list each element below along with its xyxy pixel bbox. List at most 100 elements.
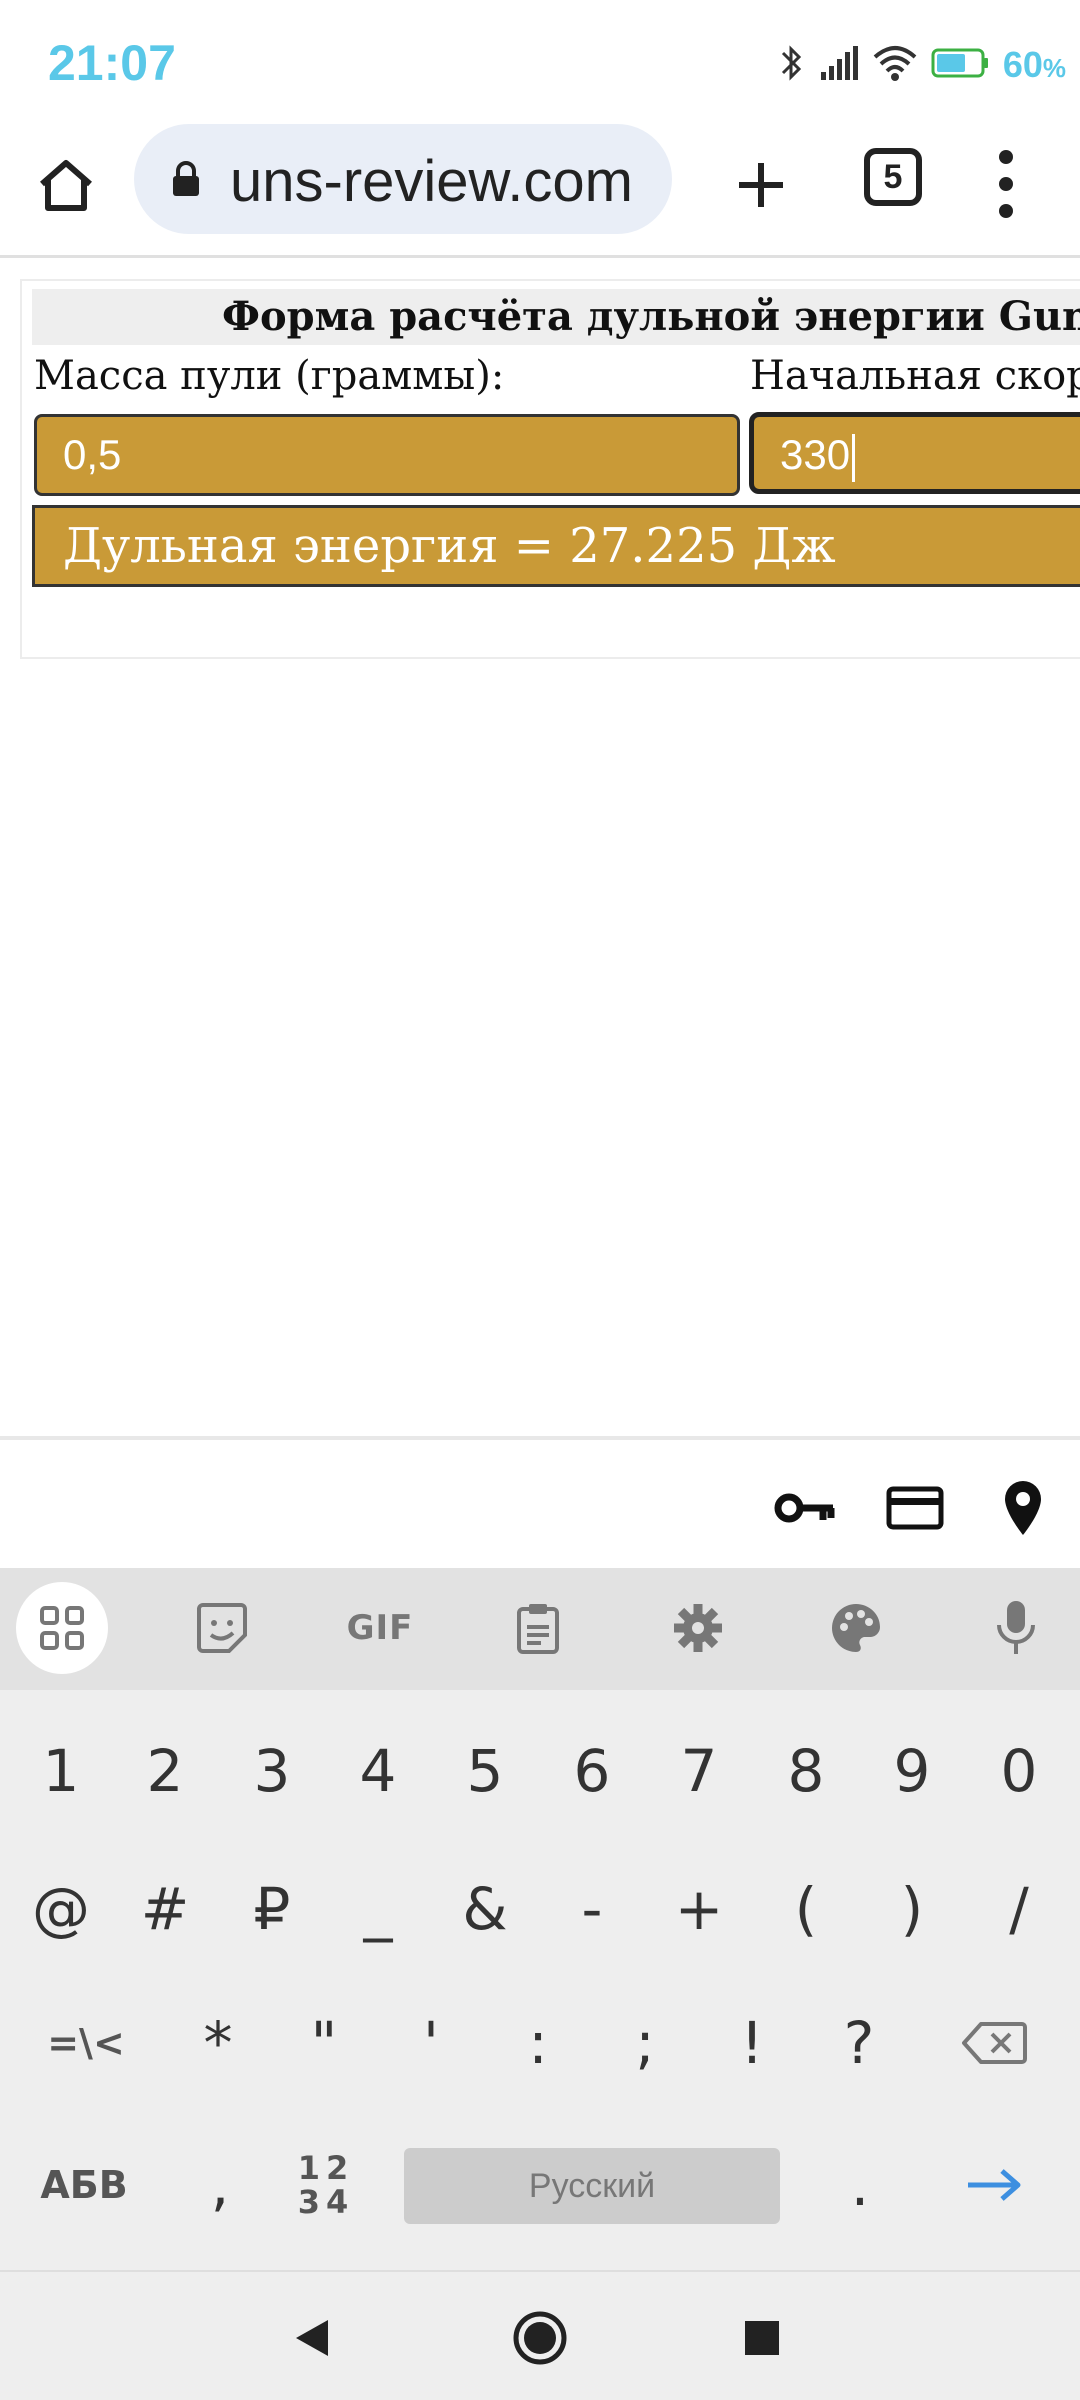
key-at[interactable]: @ xyxy=(11,1854,111,1964)
back-icon xyxy=(296,2320,328,2356)
autofill-bar xyxy=(0,1436,1080,1568)
key-slash[interactable]: / xyxy=(969,1854,1069,1964)
home-circle-icon xyxy=(513,2311,567,2365)
mass-label: Масса пули (граммы): xyxy=(34,353,505,399)
backspace-key[interactable] xyxy=(944,1988,1044,2098)
key-2[interactable]: 2 xyxy=(115,1716,215,1826)
url-text: uns-review.com xyxy=(230,149,633,214)
keyboard: GIF 1 2 3 4 5 6 7 8 9 0 @ # ₽ _ & - + (… xyxy=(0,1568,1080,2270)
arrow-right-icon xyxy=(968,2169,1021,2201)
key-semicolon[interactable]: ; xyxy=(595,1988,695,2098)
gif-icon: GIF xyxy=(346,1608,414,1648)
recents-icon xyxy=(745,2321,779,2355)
key-question[interactable]: ? xyxy=(809,1988,909,2098)
velocity-value: 330 xyxy=(780,431,851,478)
new-tab-icon xyxy=(739,163,783,207)
space-key[interactable]: Русский xyxy=(404,2148,780,2224)
mass-input[interactable]: 0,5 xyxy=(34,414,740,496)
tabs-button[interactable]: 5 xyxy=(864,148,922,206)
key-8[interactable]: 8 xyxy=(756,1716,856,1826)
key-6[interactable]: 6 xyxy=(542,1716,642,1826)
addresses-button[interactable] xyxy=(990,1478,1056,1538)
numpad-top: 12 xyxy=(297,2149,355,2187)
location-pin-icon xyxy=(1005,1481,1041,1535)
key-asterisk[interactable]: * xyxy=(168,1988,268,2098)
microphone-icon xyxy=(997,1601,1035,1654)
signal-icon xyxy=(819,45,859,85)
clipboard-button[interactable] xyxy=(492,1582,584,1674)
key-colon[interactable]: : xyxy=(488,1988,588,2098)
bluetooth-icon xyxy=(779,43,805,88)
key-underscore[interactable]: _ xyxy=(328,1854,428,1964)
key-exclamation[interactable]: ! xyxy=(702,1988,802,2098)
back-button[interactable] xyxy=(282,2308,342,2368)
key-1[interactable]: 1 xyxy=(11,1716,111,1826)
status-icons: 60% xyxy=(779,42,1066,88)
screen: 21:07 60% uns-review.com 5 Форма расчёта… xyxy=(0,0,1080,2400)
theme-palette-icon xyxy=(832,1604,881,1652)
credit-card-icon xyxy=(886,1486,944,1530)
velocity-input[interactable]: 330 xyxy=(749,412,1080,494)
recents-button[interactable] xyxy=(732,2308,792,2368)
password-key-icon xyxy=(774,1493,835,1523)
energy-result: Дульная энергия = 27.225 Дж xyxy=(32,505,1080,587)
new-tab-button[interactable] xyxy=(722,146,800,224)
more-menu-button[interactable] xyxy=(986,144,1026,224)
settings-icon xyxy=(674,1604,722,1652)
battery-percent: 60% xyxy=(1002,44,1066,85)
address-bar[interactable]: uns-review.com xyxy=(134,124,672,234)
payment-methods-button[interactable] xyxy=(882,1478,948,1538)
key-abc[interactable]: АБВ xyxy=(28,2130,140,2240)
mass-value: 0,5 xyxy=(63,431,122,478)
velocity-label: Начальная скор xyxy=(750,353,1080,399)
key-3[interactable]: 3 xyxy=(222,1716,322,1826)
apps-grid-button[interactable] xyxy=(16,1582,108,1674)
home-button[interactable] xyxy=(30,150,102,222)
more-menu-icon xyxy=(999,150,1013,164)
key-plus[interactable]: + xyxy=(649,1854,749,1964)
key-close-paren[interactable]: ) xyxy=(862,1854,962,1964)
key-ruble[interactable]: ₽ xyxy=(222,1854,322,1964)
web-page: Форма расчёта дульной энергии Guns Масса… xyxy=(0,261,1080,1439)
lock-icon xyxy=(173,161,199,196)
apps-grid-icon xyxy=(40,1606,84,1650)
navigation-bar xyxy=(0,2270,1080,2400)
backspace-icon xyxy=(962,2022,1027,2064)
key-hash[interactable]: # xyxy=(115,1854,215,1964)
text-caret xyxy=(852,433,856,482)
key-numpad[interactable]: 12 34 xyxy=(276,2130,376,2240)
gif-button[interactable]: GIF xyxy=(334,1582,426,1674)
numpad-bottom: 34 xyxy=(297,2183,355,2221)
sticker-button[interactable] xyxy=(176,1582,268,1674)
key-open-paren[interactable]: ( xyxy=(756,1854,856,1964)
wifi-icon xyxy=(873,45,917,86)
key-more-symbols[interactable]: =\< xyxy=(34,1988,138,2098)
key-comma[interactable]: , xyxy=(170,2130,270,2240)
theme-button[interactable] xyxy=(810,1582,902,1674)
sticker-icon xyxy=(197,1603,247,1653)
keyboard-settings-button[interactable] xyxy=(652,1582,744,1674)
key-single-quote[interactable]: ' xyxy=(381,1988,481,2098)
key-minus[interactable]: - xyxy=(542,1854,642,1964)
key-period[interactable]: . xyxy=(810,2130,910,2240)
key-4[interactable]: 4 xyxy=(328,1716,428,1826)
browser-toolbar: uns-review.com 5 xyxy=(0,120,1080,258)
battery-icon xyxy=(931,47,989,84)
key-5[interactable]: 5 xyxy=(435,1716,535,1826)
voice-input-button[interactable] xyxy=(970,1582,1062,1674)
key-9[interactable]: 9 xyxy=(862,1716,962,1826)
home-nav-button[interactable] xyxy=(510,2308,570,2368)
key-double-quote[interactable]: " xyxy=(274,1988,374,2098)
status-bar: 21:07 60% xyxy=(0,0,1080,120)
key-0[interactable]: 0 xyxy=(969,1716,1069,1826)
keyboard-toolbar: GIF xyxy=(0,1568,1080,1690)
passwords-button[interactable] xyxy=(772,1478,838,1538)
key-7[interactable]: 7 xyxy=(649,1716,749,1826)
key-ampersand[interactable]: & xyxy=(435,1854,535,1964)
form-title: Форма расчёта дульной энергии Guns xyxy=(32,289,1080,345)
status-time: 21:07 xyxy=(48,35,176,91)
home-icon xyxy=(40,160,92,211)
clipboard-icon xyxy=(517,1604,559,1654)
tab-count: 5 xyxy=(883,157,903,196)
enter-key[interactable] xyxy=(944,2130,1044,2240)
